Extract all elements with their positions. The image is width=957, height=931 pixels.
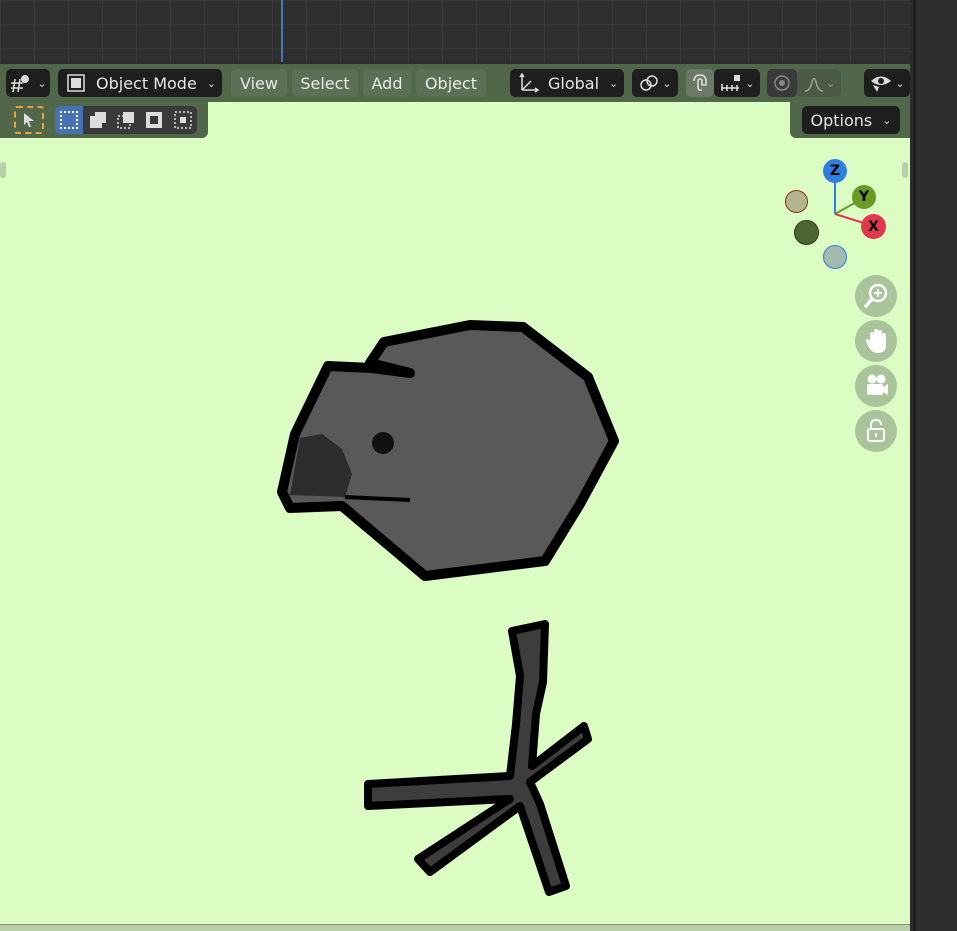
snap-increment-icon — [721, 75, 741, 91]
select-invert-button[interactable] — [140, 106, 168, 134]
options-label: Options — [810, 110, 873, 130]
visibility-dropdown[interactable]: ⌄ — [864, 69, 910, 97]
3d-viewport[interactable]: Z Y X — [0, 64, 910, 926]
blender-window: Z Y X ⌄ Object Mode ⌄ View Select Add Ob… — [0, 0, 957, 931]
bird-legs — [364, 620, 592, 896]
chevron-down-icon: ⌄ — [895, 76, 905, 90]
falloff-curve-icon — [804, 77, 823, 92]
chevron-down-icon: ⌄ — [745, 76, 755, 90]
left-toolbar-tab[interactable] — [0, 162, 6, 178]
chevron-down-icon: ⌄ — [662, 76, 672, 90]
transform-orientation-icon — [519, 72, 540, 93]
options-dropdown[interactable]: Options ⌄ — [802, 106, 900, 134]
proportional-edit-icon — [774, 75, 790, 91]
lock-icon — [867, 418, 885, 442]
select-extend-button[interactable] — [84, 106, 112, 134]
proportional-edit-toggle[interactable] — [767, 69, 797, 97]
select-subtract-button[interactable] — [112, 106, 140, 134]
pivot-link-icon — [640, 75, 659, 91]
gizmo-y-axis[interactable]: Y — [852, 185, 876, 209]
tool-settings-bar — [0, 102, 208, 138]
camera-view-button[interactable] — [855, 365, 897, 407]
falloff-dropdown[interactable]: ⌄ — [797, 69, 841, 97]
editor-type-icon — [11, 75, 30, 93]
active-tool-button[interactable] — [14, 106, 44, 134]
gizmo-z-axis[interactable]: Z — [823, 159, 847, 183]
snap-magnet-icon — [693, 74, 707, 91]
snap-target-dropdown[interactable]: ⌄ — [714, 69, 760, 97]
menu-object[interactable]: Object — [416, 69, 486, 97]
camera-icon — [867, 374, 888, 395]
snap-toggle[interactable] — [686, 69, 714, 97]
object-mode-icon — [67, 74, 85, 92]
select-intersect-icon — [173, 111, 192, 129]
gizmo-x-axis[interactable]: X — [861, 214, 886, 239]
gizmo-neg-z-axis[interactable] — [823, 245, 847, 269]
transform-orientation-dropdown[interactable]: Global ⌄ — [510, 69, 624, 97]
pan-button[interactable] — [855, 320, 897, 362]
editor-type-dropdown[interactable]: ⌄ — [6, 69, 50, 97]
chevron-down-icon: ⌄ — [37, 76, 47, 90]
chevron-down-icon: ⌄ — [882, 113, 892, 127]
select-tool-icon — [24, 113, 34, 127]
select-new-button[interactable] — [55, 106, 83, 134]
select-intersect-button[interactable] — [168, 106, 197, 134]
chevron-down-icon: ⌄ — [206, 76, 217, 90]
mode-label: Object Mode — [96, 73, 197, 93]
select-invert-icon — [146, 112, 162, 128]
pan-hand-icon — [865, 329, 886, 353]
gizmo-neg-x-axis[interactable] — [785, 190, 808, 213]
select-mode-group — [55, 106, 197, 134]
viewport-bottom-edge — [0, 924, 910, 931]
viewport-header: ⌄ Object Mode ⌄ View Select Add Object G… — [0, 64, 910, 102]
select-new-icon — [60, 111, 78, 129]
zoom-icon — [864, 283, 888, 308]
playhead-line[interactable] — [281, 0, 283, 62]
options-area: Options ⌄ — [790, 102, 910, 138]
chevron-down-icon: ⌄ — [609, 76, 619, 90]
visibility-eye-icon — [871, 76, 892, 92]
timeline-area[interactable] — [0, 0, 910, 62]
orientation-label: Global — [548, 73, 600, 93]
menu-select[interactable]: Select — [292, 69, 358, 97]
mode-dropdown[interactable]: Object Mode ⌄ — [58, 69, 222, 97]
chevron-down-icon: ⌄ — [825, 76, 836, 90]
zoom-button[interactable] — [855, 275, 897, 317]
select-subtract-icon — [117, 112, 134, 129]
menu-view[interactable]: View — [231, 69, 287, 97]
gizmo-neg-y-axis[interactable] — [794, 220, 819, 245]
lock-view-button[interactable] — [855, 410, 897, 452]
menu-add[interactable]: Add — [363, 69, 411, 97]
right-sidebar-tab[interactable] — [902, 162, 908, 178]
pivot-point-dropdown[interactable]: ⌄ — [632, 69, 678, 97]
select-extend-icon — [90, 112, 106, 128]
properties-panel-edge — [913, 0, 957, 931]
